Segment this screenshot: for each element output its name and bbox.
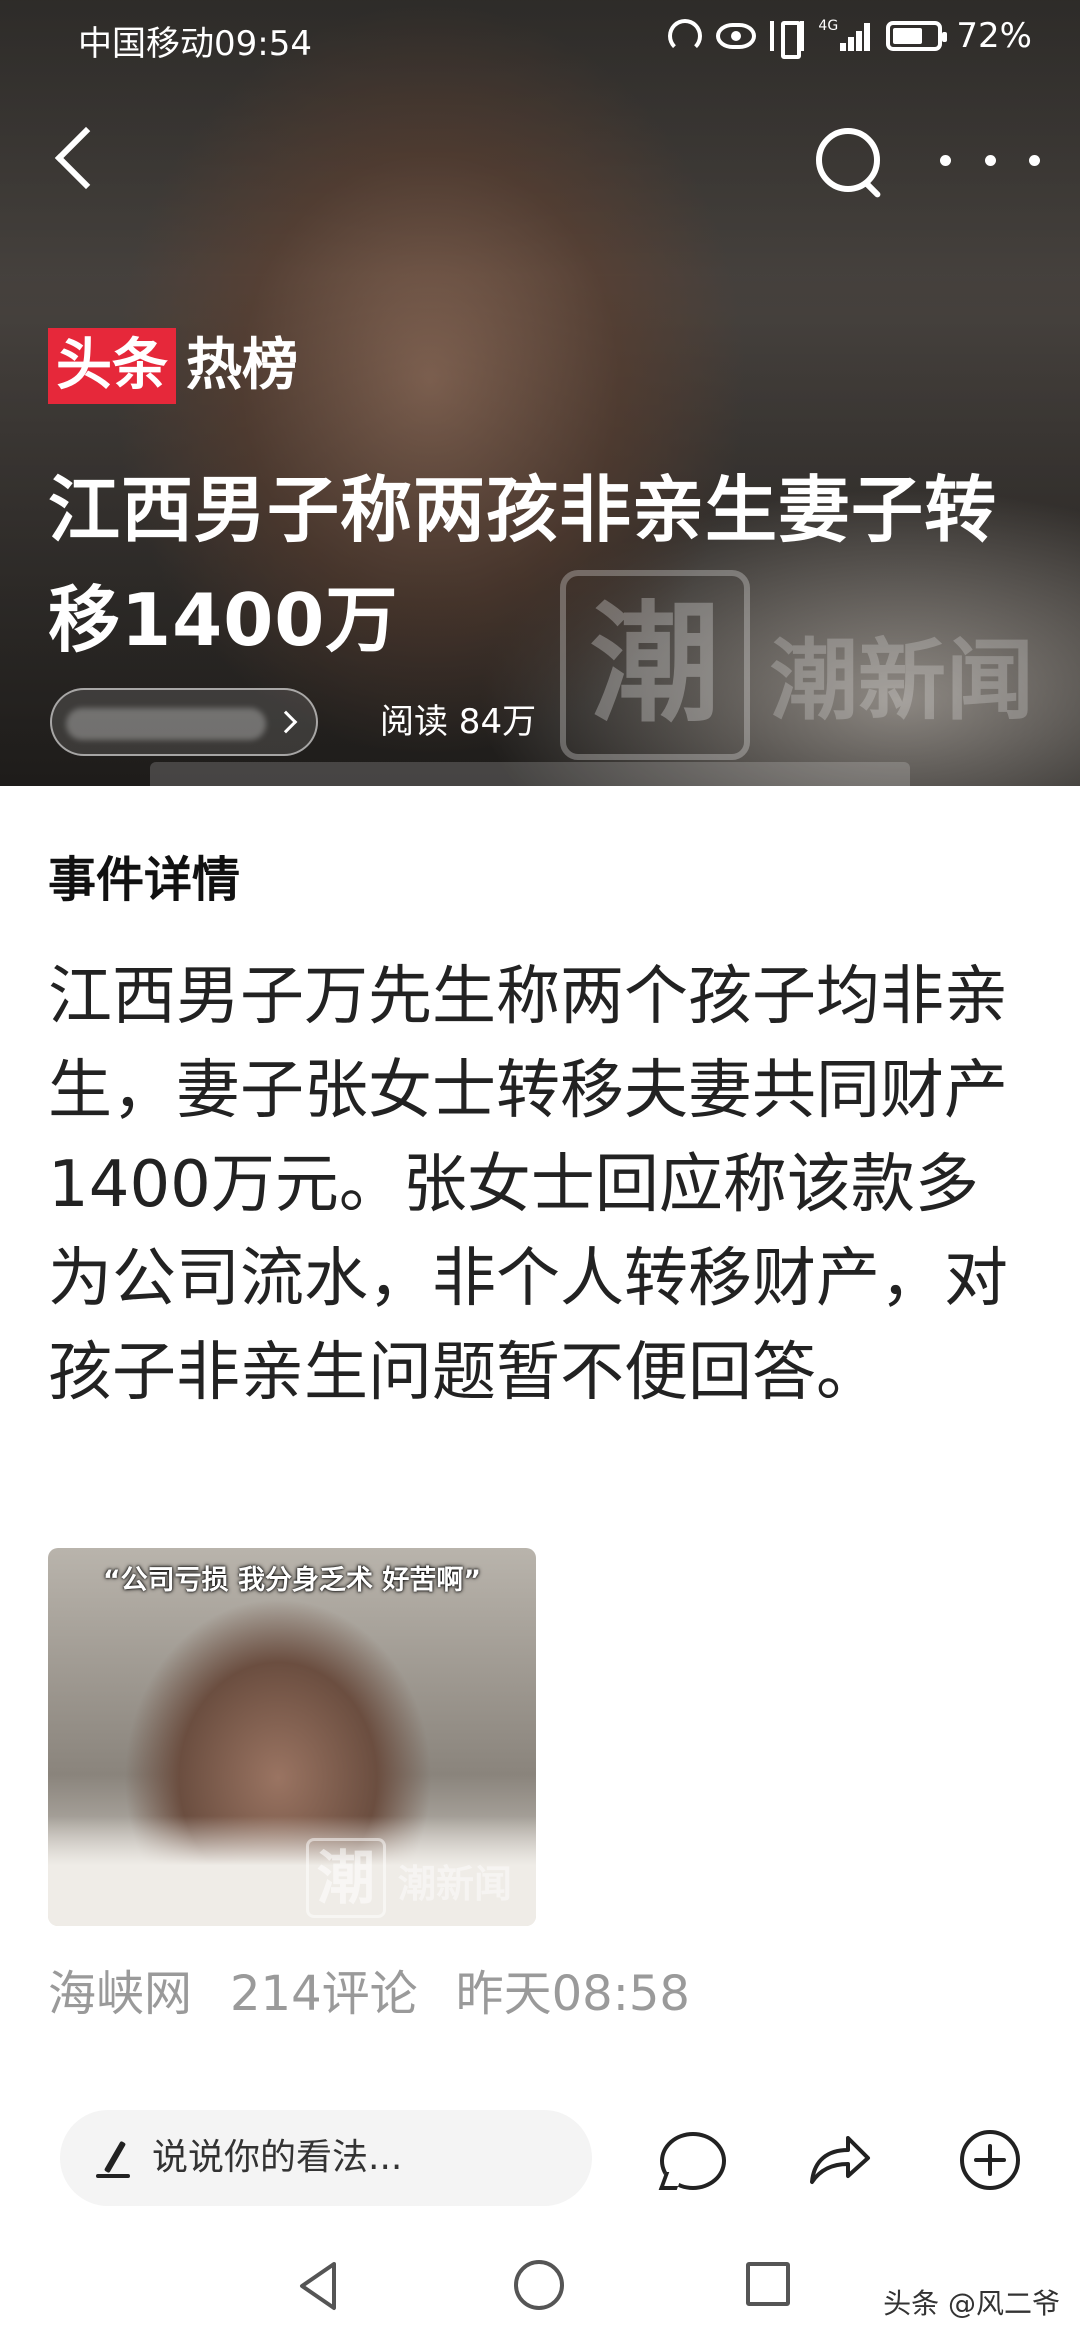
nav-back-icon[interactable] — [290, 2258, 346, 2314]
hero-banner: 潮 潮新闻 中国移动09:54 4G 72% 头条 热榜 江西男子称两孩非亲生妻… — [0, 0, 1080, 786]
more-dot-icon — [984, 154, 996, 166]
carrier-time: 中国移动09:54 — [78, 24, 312, 64]
news-source[interactable]: 海峡网 — [48, 1962, 192, 2026]
brand-hot-list: 热榜 — [186, 333, 298, 398]
more-dot-icon — [940, 154, 951, 166]
share-arrow-svg — [810, 2136, 870, 2184]
status-icons: 4G 72% — [668, 16, 1032, 59]
battery-icon — [886, 21, 948, 51]
comment-icon[interactable] — [656, 2126, 726, 2194]
comment-placeholder: 说说你的看法... — [152, 2137, 403, 2178]
share-icon[interactable] — [804, 2126, 872, 2194]
author-watermark: 头条 @风二爷 — [883, 2287, 1060, 2320]
search-button[interactable] — [808, 120, 888, 200]
comment-count[interactable]: 214评论 — [230, 1962, 418, 2026]
battery-percent: 72% — [956, 16, 1032, 56]
read-count: 阅读 84万 — [380, 702, 537, 742]
more-button[interactable] — [940, 140, 1040, 180]
publish-time: 昨天08:58 — [455, 1966, 690, 2022]
back-button[interactable] — [48, 118, 108, 198]
comment-input[interactable]: 说说你的看法... — [60, 2110, 592, 2206]
event-summary: 江西男子万先生称两个孩子均非亲生，妻子张女士转移夫妻共同财产1400万元。张女士… — [48, 960, 1008, 1410]
nav-home-icon[interactable] — [514, 2260, 564, 2310]
add-circle-svg — [960, 2130, 1020, 2190]
speed-icon — [668, 19, 703, 53]
chevron-right-icon — [274, 710, 298, 734]
hot-list-brand[interactable]: 头条 热榜 — [48, 326, 298, 406]
news-thumbnail[interactable]: “公司亏损 我分身乏术 好苦啊” 潮 潮新闻 — [48, 1548, 536, 1926]
brand-toutiao: 头条 — [48, 328, 176, 404]
eye-comfort-icon — [716, 23, 757, 49]
signal-icon: 4G — [818, 18, 872, 51]
article-title: 江西男子称两孩非亲生妻子转移1400万 — [48, 468, 998, 662]
thumbnail-watermark-logo: 潮 — [306, 1838, 386, 1918]
more-dot-icon — [1029, 154, 1040, 166]
add-icon[interactable] — [956, 2126, 1024, 2194]
nav-recents-icon[interactable] — [746, 2262, 790, 2306]
news-meta: 海峡网 214评论 昨天08:58 — [48, 1962, 690, 2026]
author-name-blurred — [66, 708, 266, 740]
network-type-label: 4G — [818, 18, 839, 34]
thumbnail-caption: “公司亏损 我分身乏术 好苦啊” — [102, 1565, 482, 1596]
vibrate-icon — [770, 21, 805, 59]
thumbnail-watermark-text: 潮新闻 — [398, 1862, 513, 1906]
section-title: 事件详情 — [48, 852, 241, 908]
pen-icon — [96, 2138, 136, 2178]
author-pill[interactable] — [50, 688, 318, 756]
status-bar: 中国移动09:54 4G 72% — [0, 0, 1080, 78]
hero-video-subtitle — [150, 762, 910, 786]
